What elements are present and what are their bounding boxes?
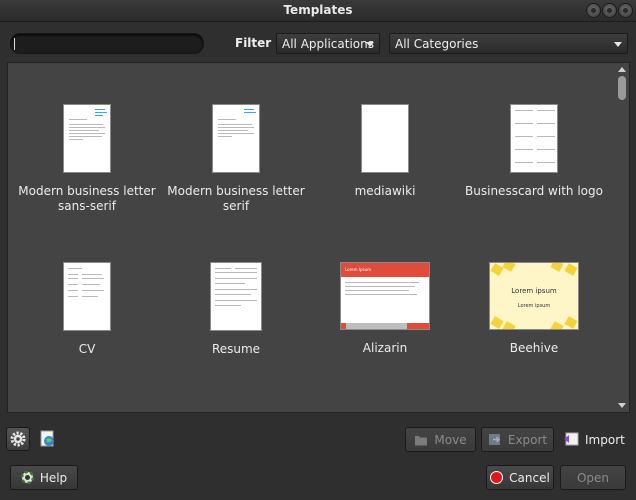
category-filter-value: All Categories bbox=[395, 37, 479, 51]
title-bar: Templates bbox=[0, 0, 636, 22]
export-icon bbox=[488, 434, 500, 445]
globe-document-icon bbox=[40, 430, 54, 447]
template-item[interactable]: CV bbox=[13, 262, 161, 357]
text-caret bbox=[14, 38, 15, 50]
window-title: Templates bbox=[283, 3, 353, 17]
export-label: Export bbox=[507, 433, 548, 447]
category-filter-select[interactable]: All Categories bbox=[389, 33, 628, 54]
export-button[interactable]: Export bbox=[481, 427, 554, 452]
move-label: Move bbox=[434, 433, 467, 447]
scroll-up-arrow-icon[interactable] bbox=[618, 67, 626, 72]
template-name: CV bbox=[78, 342, 96, 356]
template-thumbnail bbox=[210, 262, 262, 331]
import-button[interactable]: Import bbox=[563, 427, 627, 452]
scroll-down-arrow-icon[interactable] bbox=[618, 403, 626, 408]
template-item[interactable]: Modern business letter serif bbox=[162, 104, 310, 214]
template-name: Businesscard with logo bbox=[465, 184, 603, 198]
move-button[interactable]: Move bbox=[405, 427, 476, 452]
cancel-label: Cancel bbox=[509, 471, 550, 485]
template-thumbnail bbox=[63, 104, 111, 173]
thumbnail-subtitle: Lorem ipsum bbox=[517, 303, 551, 309]
template-item[interactable]: mediawiki bbox=[311, 104, 459, 199]
template-name: Beehive bbox=[509, 341, 559, 355]
chevron-down-icon bbox=[614, 42, 622, 47]
import-icon bbox=[564, 432, 579, 446]
template-name: Resume bbox=[211, 342, 261, 356]
template-name: mediawiki bbox=[354, 184, 416, 198]
template-thumbnail bbox=[361, 104, 409, 173]
cancel-icon bbox=[490, 471, 504, 484]
gear-icon bbox=[10, 431, 26, 447]
template-item[interactable]: Businesscard with logo bbox=[460, 104, 608, 199]
search-input[interactable] bbox=[10, 33, 204, 54]
template-item[interactable]: Resume bbox=[162, 262, 310, 357]
template-name: Alizarin bbox=[362, 341, 408, 355]
scrollbar-thumb[interactable] bbox=[618, 76, 626, 100]
application-filter-select[interactable]: All Applications bbox=[276, 33, 380, 54]
filter-label: Filter bbox=[235, 36, 272, 50]
maximize-button[interactable] bbox=[602, 3, 617, 18]
template-thumbnail bbox=[212, 104, 260, 173]
minimize-button[interactable] bbox=[586, 3, 601, 18]
template-thumbnail bbox=[510, 104, 558, 173]
close-button[interactable] bbox=[618, 3, 633, 18]
template-thumbnail bbox=[63, 262, 111, 331]
template-name: Modern business letter sans-serif bbox=[18, 184, 156, 213]
folder-icon bbox=[415, 436, 428, 446]
thumbnail-title: Lorem Ipsum bbox=[345, 267, 372, 272]
template-item[interactable]: Modern business letter sans-serif bbox=[13, 104, 161, 214]
import-label: Import bbox=[585, 433, 625, 447]
template-view[interactable]: Modern business letter sans-serif Modern… bbox=[7, 62, 630, 413]
open-button[interactable]: Open bbox=[560, 465, 626, 490]
vertical-scrollbar[interactable] bbox=[616, 64, 628, 411]
template-thumbnail: Lorem Ipsum bbox=[340, 262, 430, 330]
chevron-down-icon bbox=[366, 42, 374, 47]
application-filter-value: All Applications bbox=[282, 37, 374, 51]
online-templates-button[interactable] bbox=[38, 429, 62, 453]
help-button[interactable]: Help bbox=[10, 465, 78, 490]
cancel-button[interactable]: Cancel bbox=[486, 465, 554, 490]
template-item[interactable]: Lorem ipsum Lorem ipsum Beehive bbox=[460, 262, 608, 356]
template-name: Modern business letter serif bbox=[167, 184, 305, 213]
open-label: Open bbox=[576, 471, 610, 485]
help-label: Help bbox=[39, 471, 68, 485]
template-item[interactable]: Lorem Ipsum Alizarin bbox=[311, 262, 459, 356]
template-thumbnail: Lorem ipsum Lorem ipsum bbox=[489, 262, 579, 330]
settings-button[interactable] bbox=[6, 427, 30, 451]
thumbnail-title: Lorem ipsum bbox=[511, 287, 557, 295]
help-lifebuoy-icon bbox=[20, 471, 34, 484]
